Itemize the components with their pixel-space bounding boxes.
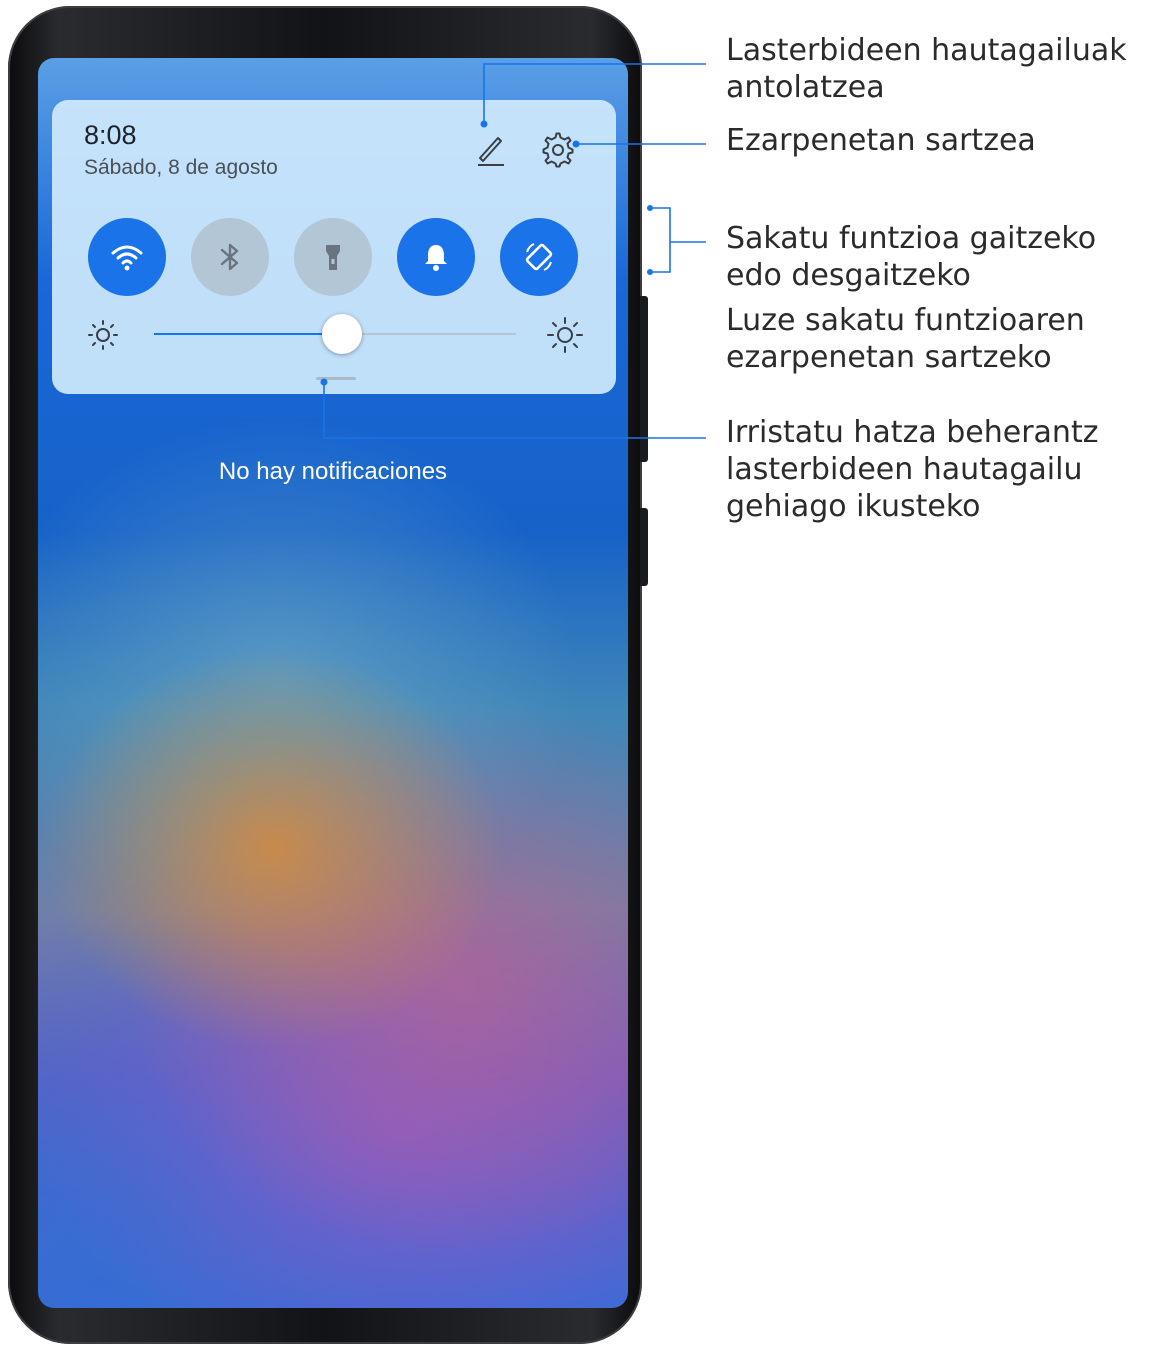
callout-long-press: Luze sakatu funtzioaren ezarpenetan sart… (726, 302, 1154, 376)
bluetooth-toggle[interactable] (191, 218, 269, 296)
callout-long-line1: Luze sakatu funtzioaren (726, 303, 1085, 338)
clock-date: Sábado, 8 de agosto (84, 156, 278, 179)
callout-swipe-line2: lasterbideen hautagailu (726, 452, 1083, 487)
callout-edit-line2: antolatzea (726, 70, 885, 105)
quick-settings-panel: 8:08 Sábado, 8 de agosto (52, 100, 616, 394)
empty-notifications-text: No hay notificaciones (218, 458, 448, 485)
brightness-fill (154, 333, 343, 335)
wifi-icon (111, 245, 143, 271)
callout-long-line2: ezarpenetan sartzeko (726, 340, 1052, 375)
callout-settings-line: Ezarpenetan sartzea (726, 123, 1036, 158)
illustration: 8:08 Sábado, 8 de agosto No hay notifica… (0, 0, 1158, 1348)
gear-icon[interactable] (538, 130, 578, 170)
callout-settings: Ezarpenetan sartzea (726, 122, 1154, 159)
callout-edit-line1: Lasterbideen hautagailuak (726, 33, 1127, 68)
rotate-icon (525, 243, 553, 271)
auto-rotate-toggle[interactable] (500, 218, 578, 296)
drag-handle[interactable] (316, 377, 356, 380)
clock-time: 8:08 (84, 120, 137, 150)
callout-swipe-line3: gehiago ikusteko (726, 489, 981, 524)
bell-icon (425, 245, 447, 271)
bluetooth-icon (220, 243, 239, 271)
callout-tap-line1: Sakatu funtzioa gaitzeko (726, 221, 1097, 256)
callout-tap: Sakatu funtzioa gaitzeko edo desgaitzeko (726, 220, 1154, 294)
sound-toggle[interactable] (397, 218, 475, 296)
wifi-toggle[interactable] (88, 218, 166, 296)
flashlight-icon (326, 245, 340, 270)
callout-swipe: Irristatu hatza beherantz lasterbideen h… (726, 414, 1154, 525)
callout-tap-line2: edo desgaitzeko (726, 258, 971, 293)
sun-small-icon (84, 316, 122, 354)
flashlight-toggle[interactable] (294, 218, 372, 296)
phone-screen: 8:08 Sábado, 8 de agosto No hay notifica… (38, 58, 628, 1308)
callout-swipe-line1: Irristatu hatza beherantz (726, 415, 1099, 450)
sun-large-icon (546, 316, 584, 354)
edit-icon[interactable] (470, 128, 510, 168)
brightness-knob[interactable] (322, 314, 363, 354)
callout-edit: Lasterbideen hautagailuak antolatzea (726, 32, 1154, 106)
